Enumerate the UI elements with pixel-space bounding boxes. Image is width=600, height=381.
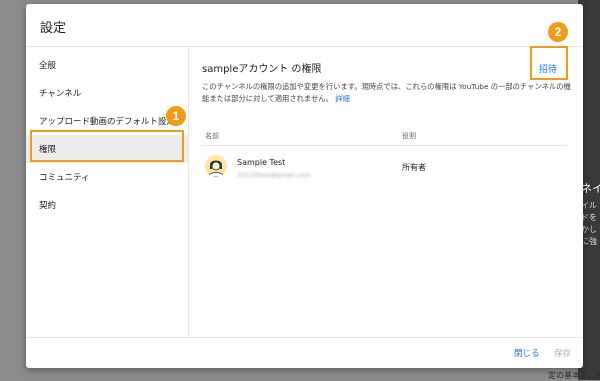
permissions-panel: sampleアカウント の権限 招待 このチャンネルの権限の追加や変更を行います…	[189, 47, 583, 337]
panel-title: sampleアカウント の権限	[202, 64, 322, 75]
close-button[interactable]: 閉じる	[514, 347, 540, 359]
settings-dialog: 設定 全般 チャンネル アップロード動画のデフォルト設定 権限 コミュニティ 契…	[26, 4, 583, 368]
footer-divider	[26, 337, 583, 338]
background-text: イル	[581, 201, 597, 210]
settings-sidebar: 全般 チャンネル アップロード動画のデフォルト設定 権限 コミュニティ 契約	[26, 47, 189, 337]
dialog-title: 設定	[40, 21, 67, 36]
user-role[interactable]: 所有者	[402, 162, 426, 173]
table-divider	[202, 145, 567, 146]
background-text: ドを	[581, 213, 597, 222]
column-header-role: 役割	[402, 132, 416, 140]
sidebar-item-channel[interactable]: チャンネル	[26, 79, 188, 107]
step-marker-2: 2	[548, 22, 568, 42]
user-email: 20120test@gmail.com	[237, 171, 311, 179]
sidebar-item-permissions[interactable]: 権限	[26, 135, 188, 163]
background-text: かし	[581, 225, 597, 234]
background-text: ネイ	[581, 182, 600, 195]
description-text: このチャンネルの権限の追加や変更を行います。現時点では、これらの権限は YouT…	[202, 82, 571, 103]
sidebar-item-general[interactable]: 全般	[26, 51, 188, 79]
invite-button[interactable]: 招待	[539, 62, 557, 75]
background-text: に強	[581, 237, 597, 246]
person-icon	[205, 155, 227, 177]
user-name: Sample Test	[237, 158, 286, 167]
sidebar-item-community[interactable]: コミュニティ	[26, 163, 188, 191]
panel-description: このチャンネルの権限の追加や変更を行います。現時点では、これらの権限は YouT…	[202, 81, 572, 105]
avatar	[205, 155, 227, 177]
save-button[interactable]: 保存	[554, 347, 571, 359]
step-marker-1: 1	[166, 106, 186, 126]
sidebar-item-upload-defaults[interactable]: アップロード動画のデフォルト設定	[26, 107, 188, 135]
sidebar-item-agreements[interactable]: 契約	[26, 191, 188, 219]
learn-more-link[interactable]: 詳細	[335, 94, 350, 103]
background-text: 定の基本をご確認く	[548, 371, 600, 380]
column-header-name: 名前	[205, 132, 219, 140]
